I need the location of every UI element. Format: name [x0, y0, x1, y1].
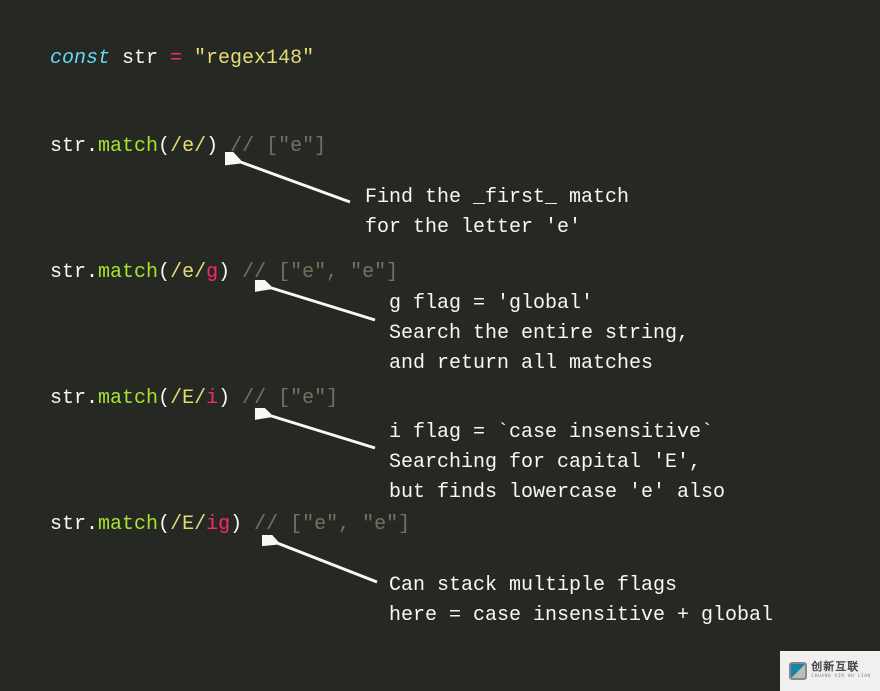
arrow-icon: [225, 152, 365, 212]
method-match: match: [98, 135, 158, 158]
code-line-1: str.match(/e/) // ["e"]: [50, 133, 830, 161]
arrow-icon: [255, 408, 390, 458]
watermark-logo-icon: [789, 662, 807, 680]
operator-equals: =: [170, 47, 182, 70]
paren: ): [230, 513, 242, 536]
flags: i: [206, 387, 218, 410]
identifier-str: str: [110, 47, 170, 70]
arrow-icon: [262, 535, 392, 590]
flags: ig: [206, 513, 230, 536]
code-line-4: str.match(/E/ig) // ["e", "e"]: [50, 511, 830, 539]
regex: /E/: [170, 387, 206, 410]
watermark-sub: CHUANG XIN HU LIAN: [811, 674, 870, 679]
code-line-3: str.match(/E/i) // ["e"]: [50, 385, 830, 413]
paren: (: [158, 135, 170, 158]
regex: /e/: [170, 261, 206, 284]
comment: // ["e", "e"]: [242, 513, 410, 536]
annotation-2: g flag = 'global' Search the entire stri…: [389, 289, 689, 379]
paren: (: [158, 261, 170, 284]
dot: .: [86, 513, 98, 536]
paren: ): [218, 387, 230, 410]
string-literal: "regex148": [182, 47, 314, 70]
annotation-1: Find the _first_ match for the letter 'e…: [365, 183, 629, 243]
code-line-2: str.match(/e/g) // ["e", "e"]: [50, 259, 830, 287]
arrow-icon: [255, 280, 390, 330]
comment: // ["e"]: [230, 387, 338, 410]
regex: /e/: [170, 135, 206, 158]
paren: (: [158, 387, 170, 410]
regex: /E/: [170, 513, 206, 536]
paren: ): [206, 135, 218, 158]
obj: str: [50, 387, 86, 410]
annotation-3: i flag = `case insensitive` Searching fo…: [389, 418, 725, 508]
method-match: match: [98, 387, 158, 410]
method-match: match: [98, 513, 158, 536]
dot: .: [86, 387, 98, 410]
paren: ): [218, 261, 230, 284]
paren: (: [158, 513, 170, 536]
keyword-const: const: [50, 47, 110, 70]
watermark: 创新互联 CHUANG XIN HU LIAN: [780, 651, 880, 691]
obj: str: [50, 261, 86, 284]
dot: .: [86, 135, 98, 158]
annotation-4: Can stack multiple flags here = case ins…: [389, 571, 773, 631]
method-match: match: [98, 261, 158, 284]
code-line-decl: const str = "regex148": [50, 45, 830, 73]
flags: g: [206, 261, 218, 284]
dot: .: [86, 261, 98, 284]
obj: str: [50, 513, 86, 536]
obj: str: [50, 135, 86, 158]
